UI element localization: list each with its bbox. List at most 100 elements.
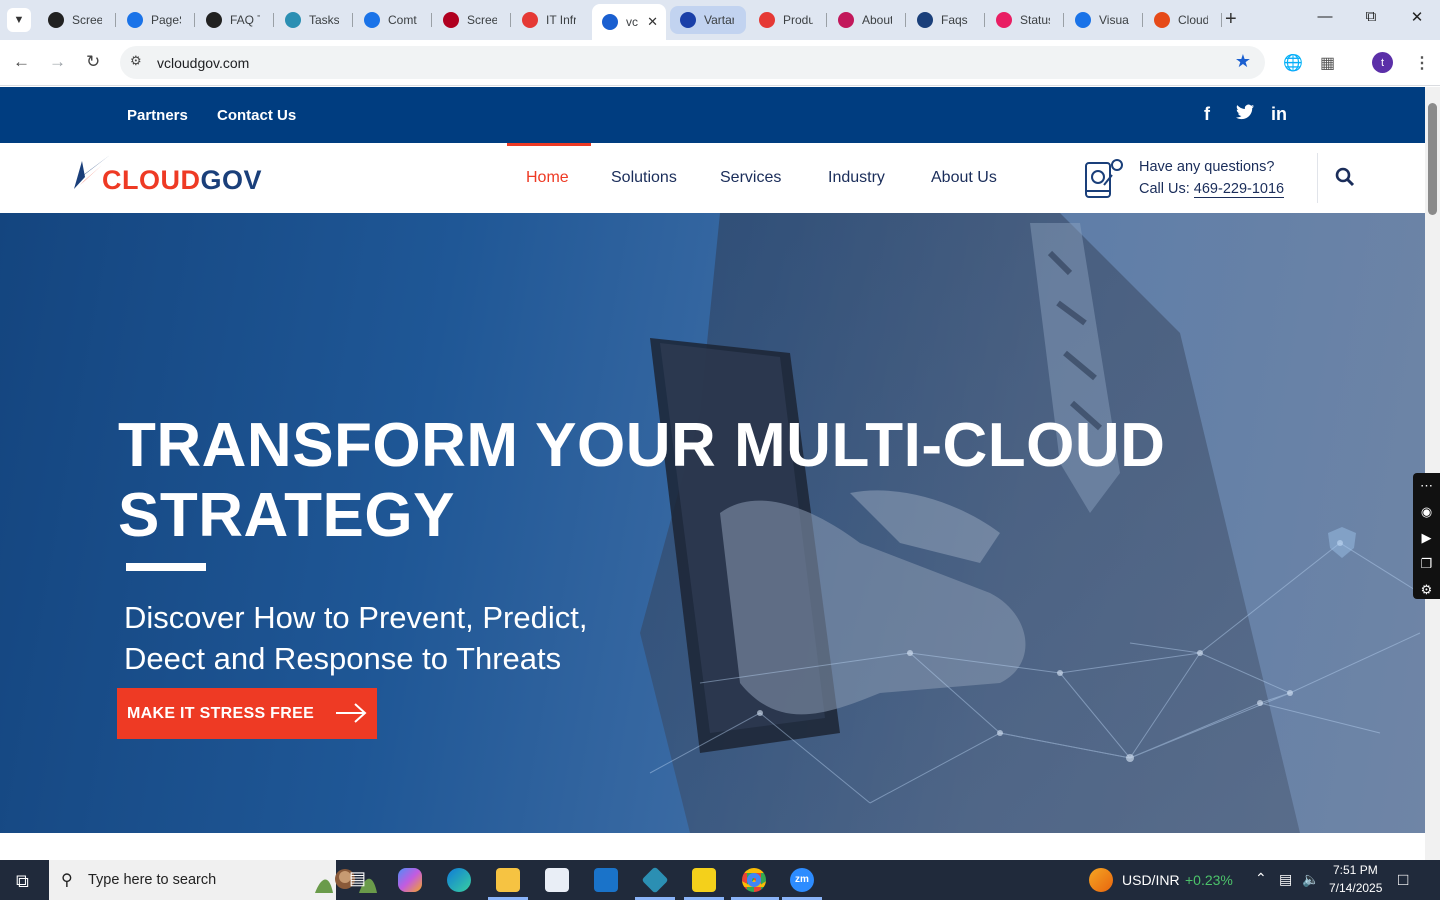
tab-separator: [826, 13, 827, 27]
tab-favicon-icon: [838, 12, 854, 28]
tab-separator: [905, 13, 906, 27]
phone-support-icon: [1085, 159, 1123, 198]
tab-title: Status: [1020, 13, 1050, 27]
facebook-icon[interactable]: f: [1204, 104, 1210, 125]
tab-title: PageS: [151, 13, 181, 27]
nav-solutions[interactable]: Solutions: [611, 169, 677, 187]
widget-pin-icon[interactable]: ⋯: [1413, 473, 1440, 499]
arrow-right-icon: [336, 703, 367, 723]
tab-search-button[interactable]: ▼: [7, 8, 31, 32]
browser-tab[interactable]: Scree: [38, 6, 114, 34]
taskbar-search[interactable]: ⚲ Type here to search: [49, 860, 377, 900]
browser-tab[interactable]: Tasks: [275, 6, 351, 34]
menu-kebab-icon[interactable]: ⋮: [1414, 53, 1430, 73]
zoom-icon[interactable]: zm: [790, 868, 814, 892]
windows-start-icon[interactable]: ⧉: [16, 871, 29, 892]
clock-date[interactable]: 7/14/2025: [1329, 881, 1382, 895]
nav-services[interactable]: Services: [720, 169, 781, 187]
twitter-icon[interactable]: [1236, 104, 1254, 125]
copilot-icon[interactable]: [398, 868, 422, 892]
sticky-notes-icon[interactable]: [692, 868, 716, 892]
browser-tab-strip: ▼ Scree PageS FAQ T Tasks Comt Scree IT …: [0, 0, 1440, 40]
logo-text-gov: GOV: [200, 165, 263, 195]
address-bar[interactable]: ⚙ vcloudgov.com ★: [120, 46, 1265, 79]
tab-favicon-icon: [206, 12, 222, 28]
nav-industry[interactable]: Industry: [828, 169, 885, 187]
url-text[interactable]: vcloudgov.com: [157, 55, 249, 71]
hero-subtitle: Discover How to Prevent, Predict, Deect …: [124, 597, 587, 679]
phone-number-link[interactable]: 469-229-1016: [1193, 181, 1285, 198]
video-icon[interactable]: ▶: [1413, 525, 1440, 551]
browser-tab[interactable]: IT Infr: [512, 6, 588, 34]
nav-about-us[interactable]: About Us: [931, 169, 997, 187]
hero-title-line-1: TRANSFORM YOUR MULTI-CLOUD: [118, 411, 1166, 480]
call-us-prefix: Call Us:: [1139, 181, 1194, 197]
call-us-text: Call Us: 469-229-1016: [1139, 181, 1285, 198]
contact-us-link[interactable]: Contact Us: [217, 107, 296, 124]
extensions-icon[interactable]: ▦: [1320, 53, 1335, 73]
browser-tab[interactable]: About: [828, 6, 904, 34]
site-info-icon[interactable]: ⚙: [130, 53, 142, 69]
chrome-icon[interactable]: [742, 868, 766, 892]
notification-icon[interactable]: □: [1398, 870, 1408, 890]
partners-link[interactable]: Partners: [127, 107, 188, 124]
tab-separator: [1142, 13, 1143, 27]
browser-tab[interactable]: Scree: [433, 6, 509, 34]
cta-label: MAKE IT STRESS FREE: [127, 704, 315, 722]
file-explorer-icon[interactable]: [496, 868, 520, 892]
site-logo[interactable]: CLOUDGOV: [102, 165, 262, 196]
microsoft-store-icon[interactable]: [545, 868, 569, 892]
stock-ticker-icon[interactable]: [1089, 868, 1113, 892]
questions-text: Have any questions?: [1139, 159, 1275, 175]
profile-avatar[interactable]: t: [1372, 52, 1393, 73]
close-window-button[interactable]: ✕: [1394, 8, 1440, 26]
new-tab-button[interactable]: +: [1225, 9, 1237, 29]
tab-favicon-icon: [680, 12, 696, 28]
browser-tab[interactable]: Comt: [354, 6, 430, 34]
search-icon[interactable]: [1335, 167, 1355, 187]
linkedin-icon[interactable]: in: [1271, 104, 1287, 125]
hero-subtitle-line-1: Discover How to Prevent, Predict,: [124, 600, 588, 635]
web-page: Partners Contact Us f in CLOUDGOV Home S…: [0, 87, 1425, 860]
network-icon[interactable]: ▤: [1279, 871, 1292, 888]
site-header: CLOUDGOV Home Solutions Services Industr…: [0, 143, 1425, 213]
tab-title: Tasks: [309, 13, 339, 27]
window-icon[interactable]: ❐: [1413, 551, 1440, 577]
top-bar: Partners Contact Us f in: [0, 87, 1425, 143]
back-icon[interactable]: ←: [13, 52, 30, 72]
minimize-button[interactable]: —: [1302, 8, 1348, 25]
volume-icon[interactable]: 🔈: [1302, 871, 1319, 888]
browser-tab[interactable]: Produ: [749, 6, 825, 34]
cta-button[interactable]: MAKE IT STRESS FREE: [117, 688, 377, 739]
ticker-symbol[interactable]: USD/INR: [1122, 872, 1180, 888]
browser-tab[interactable]: Visua: [1065, 6, 1141, 34]
tab-separator: [1221, 13, 1222, 27]
task-view-icon[interactable]: ▤: [349, 868, 373, 892]
hero-subtitle-line-2: Deect and Response to Threats: [124, 641, 562, 676]
browser-tab[interactable]: Status: [986, 6, 1062, 34]
browser-tab-active[interactable]: vc ✕: [592, 4, 666, 40]
forward-icon[interactable]: →: [49, 52, 66, 72]
bookmark-star-icon[interactable]: ★: [1235, 51, 1251, 72]
tab-title: vc: [626, 15, 638, 29]
camera-icon[interactable]: ◉: [1413, 499, 1440, 525]
clock-time[interactable]: 7:51 PM: [1333, 863, 1378, 877]
edge-icon[interactable]: [447, 868, 471, 892]
nav-home[interactable]: Home: [526, 169, 569, 187]
tab-separator: [1063, 13, 1064, 27]
translate-icon[interactable]: 🌐: [1283, 53, 1303, 73]
restore-button[interactable]: ⧉: [1348, 8, 1394, 25]
browser-tab[interactable]: FAQ T: [196, 6, 272, 34]
tab-close-icon[interactable]: ✕: [647, 14, 666, 30]
browser-tab[interactable]: Cloud: [1144, 6, 1220, 34]
tab-separator: [431, 13, 432, 27]
reload-icon[interactable]: ↻: [86, 52, 100, 72]
scrollbar-thumb[interactable]: [1428, 103, 1437, 215]
browser-tab[interactable]: Faqs -: [907, 6, 983, 34]
settings-gear-icon[interactable]: ⚙: [1413, 577, 1440, 603]
browser-tab[interactable]: PageS: [117, 6, 193, 34]
browser-tab[interactable]: Vartar: [670, 6, 746, 34]
mail-icon[interactable]: [594, 868, 618, 892]
tray-chevron-icon[interactable]: ⌃: [1255, 870, 1267, 887]
app-diamond-icon[interactable]: [641, 866, 669, 894]
